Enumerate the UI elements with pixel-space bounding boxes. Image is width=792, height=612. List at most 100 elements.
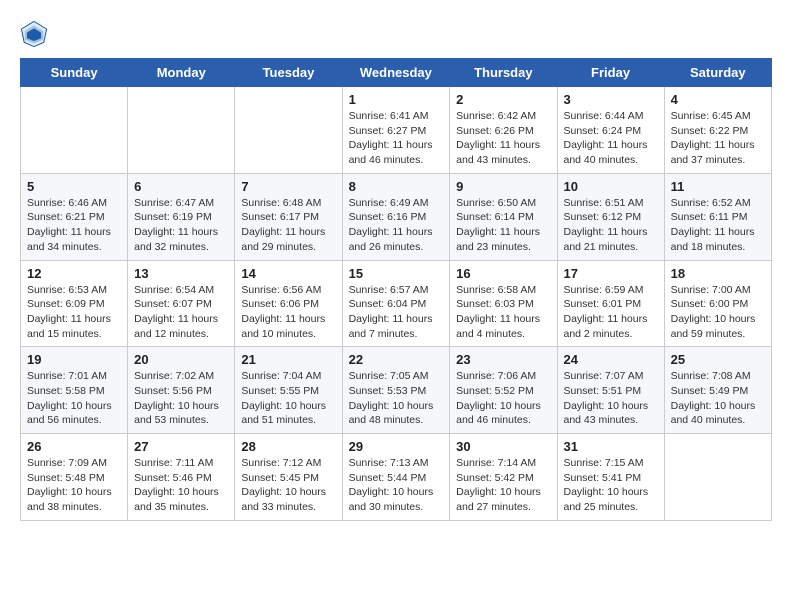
header-friday: Friday <box>557 59 664 87</box>
calendar-cell <box>235 87 342 174</box>
calendar-cell <box>128 87 235 174</box>
calendar-cell: 13 Sunrise: 6:54 AM Sunset: 6:07 PM Dayli… <box>128 260 235 347</box>
calendar-cell: 24Sunrise: 7:07 AM Sunset: 5:51 PM Dayli… <box>557 347 664 434</box>
header-monday: Monday <box>128 59 235 87</box>
calendar-cell: 7 Sunrise: 6:48 AM Sunset: 6:17 PM Daylig… <box>235 173 342 260</box>
day-number: 15 <box>349 266 444 281</box>
day-number: 23 <box>456 352 550 367</box>
calendar-cell: 29 Sunrise: 7:13 AM Sunset: 5:44 PM Dayli… <box>342 434 450 521</box>
calendar-cell: 16 Sunrise: 6:58 AM Sunset: 6:03 PM Dayli… <box>450 260 557 347</box>
day-number: 30 <box>456 439 550 454</box>
calendar-cell: 23 Sunrise: 7:06 AM Sunset: 5:52 PM Dayli… <box>450 347 557 434</box>
day-number: 29 <box>349 439 444 454</box>
calendar-header-row: SundayMondayTuesdayWednesdayThursdayFrid… <box>21 59 772 87</box>
day-info: Sunrise: 6:42 AM Sunset: 6:26 PM Dayligh… <box>456 109 550 168</box>
calendar-cell: 25Sunrise: 7:08 AM Sunset: 5:49 PM Dayli… <box>664 347 771 434</box>
calendar-week-row: 12 Sunrise: 6:53 AM Sunset: 6:09 PM Dayli… <box>21 260 772 347</box>
day-number: 11 <box>671 179 765 194</box>
day-info: Sunrise: 6:41 AM Sunset: 6:27 PM Dayligh… <box>349 109 444 168</box>
day-info: Sunrise: 6:44 AM Sunset: 6:24 PM Dayligh… <box>564 109 658 168</box>
day-number: 13 <box>134 266 228 281</box>
day-info: Sunrise: 7:02 AM Sunset: 5:56 PM Dayligh… <box>134 369 228 428</box>
day-number: 17 <box>564 266 658 281</box>
day-info: Sunrise: 6:45 AM Sunset: 6:22 PM Dayligh… <box>671 109 765 168</box>
day-number: 18 <box>671 266 765 281</box>
logo-icon <box>20 20 48 48</box>
calendar-cell <box>664 434 771 521</box>
calendar-cell: 18Sunrise: 7:00 AM Sunset: 6:00 PM Dayli… <box>664 260 771 347</box>
calendar-cell: 10 Sunrise: 6:51 AM Sunset: 6:12 PM Dayli… <box>557 173 664 260</box>
calendar-cell: 20 Sunrise: 7:02 AM Sunset: 5:56 PM Dayli… <box>128 347 235 434</box>
day-info: Sunrise: 6:48 AM Sunset: 6:17 PM Dayligh… <box>241 196 335 255</box>
header-tuesday: Tuesday <box>235 59 342 87</box>
day-number: 1 <box>349 92 444 107</box>
calendar-week-row: 26 Sunrise: 7:09 AM Sunset: 5:48 PM Dayli… <box>21 434 772 521</box>
day-number: 27 <box>134 439 228 454</box>
calendar-week-row: 1 Sunrise: 6:41 AM Sunset: 6:27 PM Daylig… <box>21 87 772 174</box>
day-number: 7 <box>241 179 335 194</box>
day-info: Sunrise: 6:51 AM Sunset: 6:12 PM Dayligh… <box>564 196 658 255</box>
calendar-cell: 9 Sunrise: 6:50 AM Sunset: 6:14 PM Daylig… <box>450 173 557 260</box>
logo <box>20 20 52 48</box>
calendar-cell: 21Sunrise: 7:04 AM Sunset: 5:55 PM Dayli… <box>235 347 342 434</box>
day-info: Sunrise: 6:58 AM Sunset: 6:03 PM Dayligh… <box>456 283 550 342</box>
day-info: Sunrise: 6:54 AM Sunset: 6:07 PM Dayligh… <box>134 283 228 342</box>
day-info: Sunrise: 7:12 AM Sunset: 5:45 PM Dayligh… <box>241 456 335 515</box>
calendar-table: SundayMondayTuesdayWednesdayThursdayFrid… <box>20 58 772 521</box>
day-number: 9 <box>456 179 550 194</box>
day-info: Sunrise: 7:05 AM Sunset: 5:53 PM Dayligh… <box>349 369 444 428</box>
day-info: Sunrise: 6:47 AM Sunset: 6:19 PM Dayligh… <box>134 196 228 255</box>
day-info: Sunrise: 7:06 AM Sunset: 5:52 PM Dayligh… <box>456 369 550 428</box>
day-number: 10 <box>564 179 658 194</box>
calendar-cell: 30 Sunrise: 7:14 AM Sunset: 5:42 PM Dayli… <box>450 434 557 521</box>
day-number: 6 <box>134 179 228 194</box>
day-info: Sunrise: 7:11 AM Sunset: 5:46 PM Dayligh… <box>134 456 228 515</box>
day-info: Sunrise: 6:46 AM Sunset: 6:21 PM Dayligh… <box>27 196 121 255</box>
calendar-cell: 26 Sunrise: 7:09 AM Sunset: 5:48 PM Dayli… <box>21 434 128 521</box>
header-sunday: Sunday <box>21 59 128 87</box>
calendar-week-row: 19Sunrise: 7:01 AM Sunset: 5:58 PM Dayli… <box>21 347 772 434</box>
day-info: Sunrise: 6:56 AM Sunset: 6:06 PM Dayligh… <box>241 283 335 342</box>
calendar-cell: 11 Sunrise: 6:52 AM Sunset: 6:11 PM Dayli… <box>664 173 771 260</box>
calendar-week-row: 5 Sunrise: 6:46 AM Sunset: 6:21 PM Daylig… <box>21 173 772 260</box>
day-info: Sunrise: 6:53 AM Sunset: 6:09 PM Dayligh… <box>27 283 121 342</box>
day-number: 4 <box>671 92 765 107</box>
calendar-cell: 1 Sunrise: 6:41 AM Sunset: 6:27 PM Daylig… <box>342 87 450 174</box>
calendar-cell <box>21 87 128 174</box>
day-number: 16 <box>456 266 550 281</box>
day-number: 21 <box>241 352 335 367</box>
day-info: Sunrise: 6:50 AM Sunset: 6:14 PM Dayligh… <box>456 196 550 255</box>
calendar-cell: 31 Sunrise: 7:15 AM Sunset: 5:41 PM Dayli… <box>557 434 664 521</box>
calendar-cell: 12 Sunrise: 6:53 AM Sunset: 6:09 PM Dayli… <box>21 260 128 347</box>
day-number: 8 <box>349 179 444 194</box>
calendar-cell: 3Sunrise: 6:44 AM Sunset: 6:24 PM Daylig… <box>557 87 664 174</box>
calendar-cell: 27 Sunrise: 7:11 AM Sunset: 5:46 PM Dayli… <box>128 434 235 521</box>
calendar-cell: 19Sunrise: 7:01 AM Sunset: 5:58 PM Dayli… <box>21 347 128 434</box>
day-number: 5 <box>27 179 121 194</box>
day-info: Sunrise: 6:52 AM Sunset: 6:11 PM Dayligh… <box>671 196 765 255</box>
calendar-cell: 6 Sunrise: 6:47 AM Sunset: 6:19 PM Daylig… <box>128 173 235 260</box>
calendar-cell: 15Sunrise: 6:57 AM Sunset: 6:04 PM Dayli… <box>342 260 450 347</box>
day-info: Sunrise: 6:59 AM Sunset: 6:01 PM Dayligh… <box>564 283 658 342</box>
day-info: Sunrise: 7:09 AM Sunset: 5:48 PM Dayligh… <box>27 456 121 515</box>
day-number: 22 <box>349 352 444 367</box>
day-number: 14 <box>241 266 335 281</box>
day-number: 25 <box>671 352 765 367</box>
day-info: Sunrise: 7:13 AM Sunset: 5:44 PM Dayligh… <box>349 456 444 515</box>
calendar-cell: 28Sunrise: 7:12 AM Sunset: 5:45 PM Dayli… <box>235 434 342 521</box>
calendar-cell: 4 Sunrise: 6:45 AM Sunset: 6:22 PM Daylig… <box>664 87 771 174</box>
header-thursday: Thursday <box>450 59 557 87</box>
day-info: Sunrise: 7:01 AM Sunset: 5:58 PM Dayligh… <box>27 369 121 428</box>
page-header <box>20 20 772 48</box>
day-info: Sunrise: 7:15 AM Sunset: 5:41 PM Dayligh… <box>564 456 658 515</box>
day-number: 20 <box>134 352 228 367</box>
header-saturday: Saturday <box>664 59 771 87</box>
header-wednesday: Wednesday <box>342 59 450 87</box>
day-number: 31 <box>564 439 658 454</box>
day-number: 26 <box>27 439 121 454</box>
day-number: 12 <box>27 266 121 281</box>
day-info: Sunrise: 6:49 AM Sunset: 6:16 PM Dayligh… <box>349 196 444 255</box>
day-info: Sunrise: 7:14 AM Sunset: 5:42 PM Dayligh… <box>456 456 550 515</box>
calendar-cell: 5 Sunrise: 6:46 AM Sunset: 6:21 PM Daylig… <box>21 173 128 260</box>
calendar-cell: 17 Sunrise: 6:59 AM Sunset: 6:01 PM Dayli… <box>557 260 664 347</box>
